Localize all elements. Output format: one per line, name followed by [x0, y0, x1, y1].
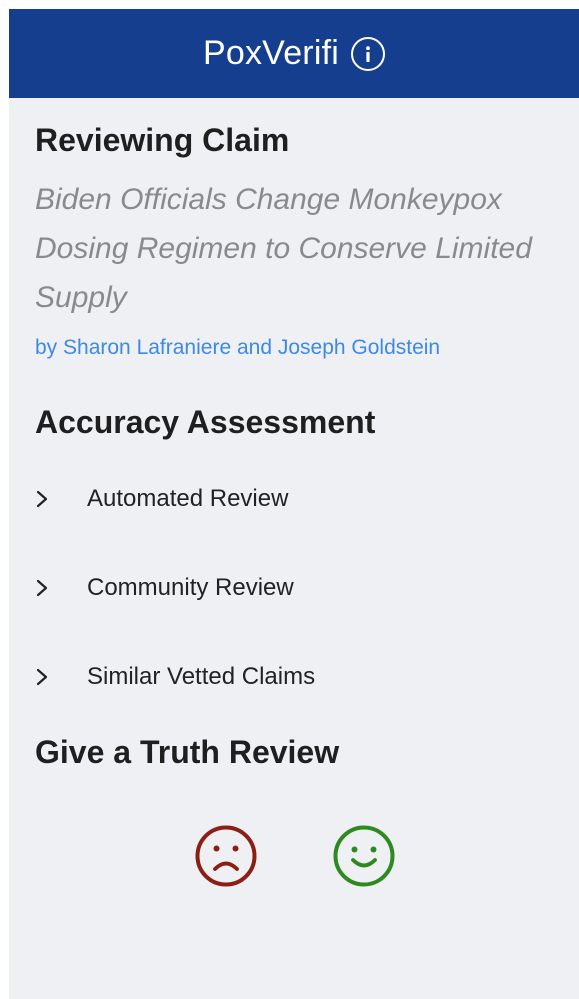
community-review-item[interactable]: Community Review [35, 568, 553, 608]
automated-review-item[interactable]: Automated Review [35, 479, 553, 519]
accuracy-assessment-heading: Accuracy Assessment [35, 404, 376, 440]
similar-vetted-claims-item[interactable]: Similar Vetted Claims [35, 657, 553, 697]
reviewing-claim-heading: Reviewing Claim [35, 122, 290, 158]
claim-text: Biden Officials Change Monkeypox Dosing … [35, 183, 532, 314]
app-container: PoxVerifi Reviewing Claim Biden Official… [9, 9, 579, 999]
chevron-right-icon [35, 657, 69, 697]
community-review-label: Community Review [87, 574, 294, 601]
claim-author-link[interactable]: by Sharon Lafraniere and Joseph Goldstei… [35, 336, 553, 360]
main-content: Reviewing Claim Biden Officials Change M… [9, 122, 579, 887]
similar-vetted-claims-label: Similar Vetted Claims [87, 663, 316, 690]
automated-review-label: Automated Review [87, 485, 289, 512]
app-title: PoxVerifi [203, 34, 339, 72]
truth-review-heading: Give a Truth Review [35, 734, 340, 770]
truth-review-buttons [35, 825, 553, 887]
app-header: PoxVerifi [9, 9, 579, 98]
assessment-list: Automated Review Community Review Simila… [35, 479, 553, 697]
chevron-right-icon [35, 568, 69, 608]
info-icon[interactable] [350, 36, 385, 71]
chevron-right-icon [35, 479, 69, 519]
happy-face-icon[interactable] [333, 825, 395, 887]
sad-face-icon[interactable] [195, 825, 257, 887]
